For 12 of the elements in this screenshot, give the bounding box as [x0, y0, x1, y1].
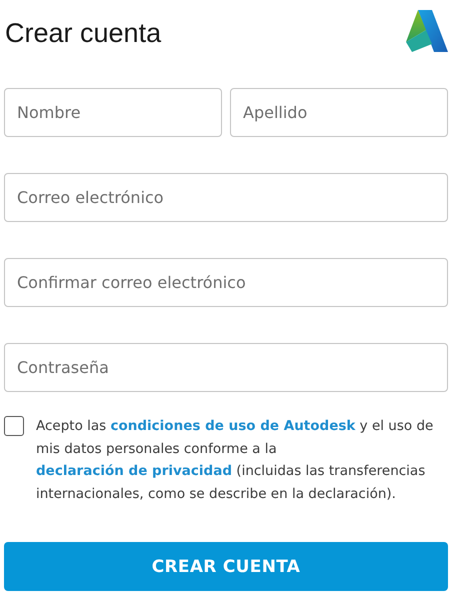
logo-icon [404, 8, 448, 54]
link[interactable]: declaración de privacidad [36, 463, 232, 479]
input-field[interactable]: Correo electrónico [4, 173, 448, 222]
page-title: Crear cuenta [5, 18, 162, 49]
create-account-button[interactable]: CREAR CUENTA [4, 542, 448, 591]
link[interactable]: condiciones de uso de Autodesk [110, 418, 356, 434]
input-field[interactable]: Contraseña [4, 343, 448, 392]
input-field[interactable]: Apellido [230, 88, 448, 137]
input-field[interactable]: Confirmar correo electrónico [4, 258, 448, 307]
input-field[interactable]: Nombre [4, 88, 222, 137]
consent-text: Acepto las condiciones de uso de Autodesk y el uso de mis datos personales conforme a la declaración de privacidad (incluidas las transferencias internacionales, como se describe en la declaración). [36, 417, 434, 504]
checkbox[interactable] [4, 416, 24, 436]
